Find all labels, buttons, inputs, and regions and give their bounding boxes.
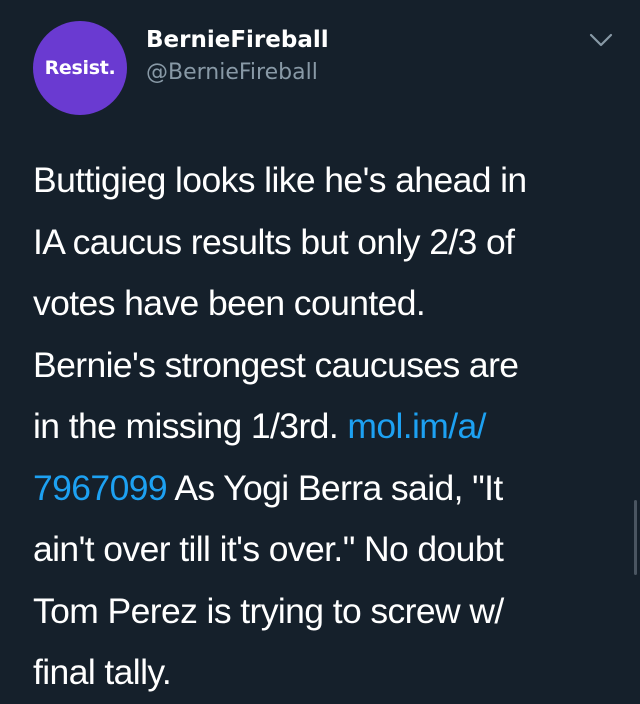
tweet-line-text: As Yogi Berra said, "It xyxy=(167,467,503,508)
tweet-line: ain't over till it's over." No doubt xyxy=(33,529,504,569)
tweet-line: Bernie's strongest caucuses are xyxy=(33,344,519,385)
author-display-name[interactable]: BernieFireball xyxy=(146,27,329,53)
tweet-line-text: in the missing 1/3rd. xyxy=(33,406,348,446)
tweet-line: votes have been counted. xyxy=(33,283,426,323)
tweet-line: 7967099 As Yogi Berra said, "It xyxy=(33,458,618,520)
tweet-link-continued[interactable]: 7967099 xyxy=(33,468,168,508)
tweet-line: in the missing 1/3rd. mol.im/a/ xyxy=(33,396,618,458)
tweet-line: IA caucus results but only 2/3 of xyxy=(33,221,515,262)
tweet-card: Resist. BernieFireball @BernieFireball B… xyxy=(0,0,640,699)
author-handle[interactable]: @BernieFireball xyxy=(146,60,318,85)
chevron-down-icon[interactable] xyxy=(588,30,614,50)
scrollbar[interactable] xyxy=(634,500,637,575)
tweet-text: Buttigieg looks like he's ahead in IA ca… xyxy=(33,150,618,704)
tweet-line: final tally. xyxy=(33,652,172,692)
avatar-label: Resist. xyxy=(44,57,116,79)
tweet-link[interactable]: mol.im/a/ xyxy=(347,406,486,446)
avatar[interactable]: Resist. xyxy=(33,21,127,115)
tweet-line: Tom Perez is trying to screw w/ xyxy=(33,590,504,631)
tweet-line: Buttigieg looks like he's ahead in xyxy=(33,160,527,200)
